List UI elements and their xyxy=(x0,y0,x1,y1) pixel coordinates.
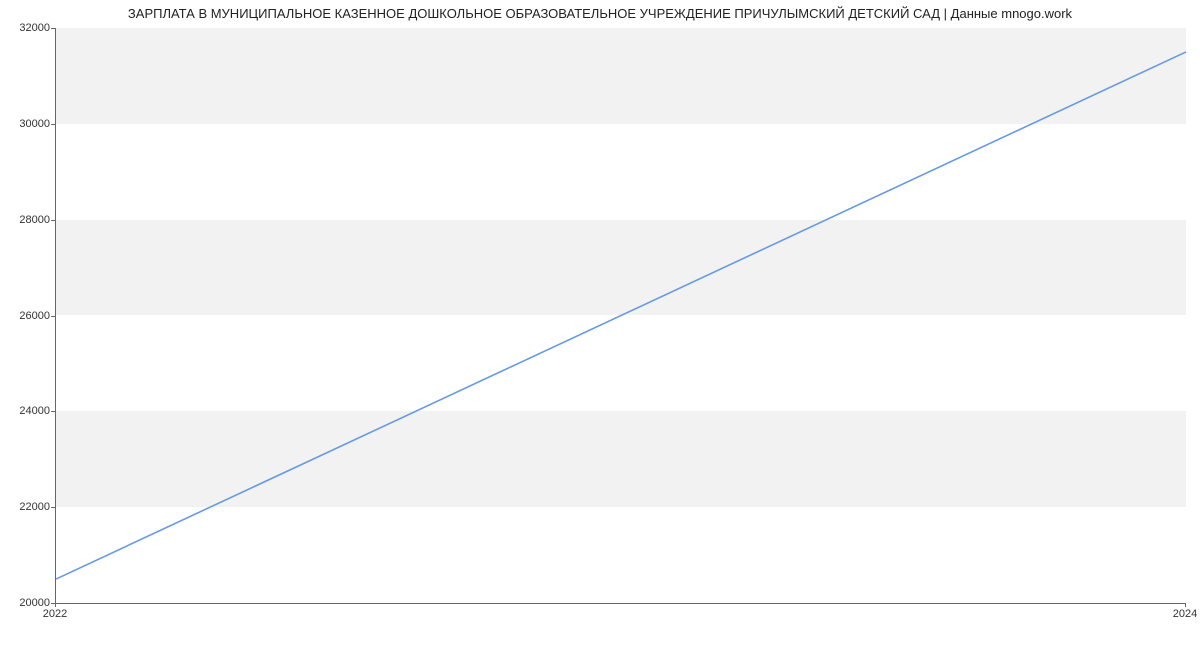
x-tick-label: 2022 xyxy=(43,608,67,620)
y-tick-label: 28000 xyxy=(5,214,50,226)
chart-container: ЗАРПЛАТА В МУНИЦИПАЛЬНОЕ КАЗЕННОЕ ДОШКОЛ… xyxy=(0,0,1200,650)
line-layer xyxy=(56,28,1186,603)
y-tick-label: 22000 xyxy=(5,501,50,513)
y-tick-label: 32000 xyxy=(5,22,50,34)
series-line xyxy=(56,52,1186,579)
plot-area xyxy=(55,28,1186,604)
chart-title: ЗАРПЛАТА В МУНИЦИПАЛЬНОЕ КАЗЕННОЕ ДОШКОЛ… xyxy=(0,6,1200,21)
y-tick-label: 30000 xyxy=(5,118,50,130)
x-tick-label: 2024 xyxy=(1173,608,1197,620)
y-tick-label: 26000 xyxy=(5,310,50,322)
y-tick-label: 24000 xyxy=(5,405,50,417)
